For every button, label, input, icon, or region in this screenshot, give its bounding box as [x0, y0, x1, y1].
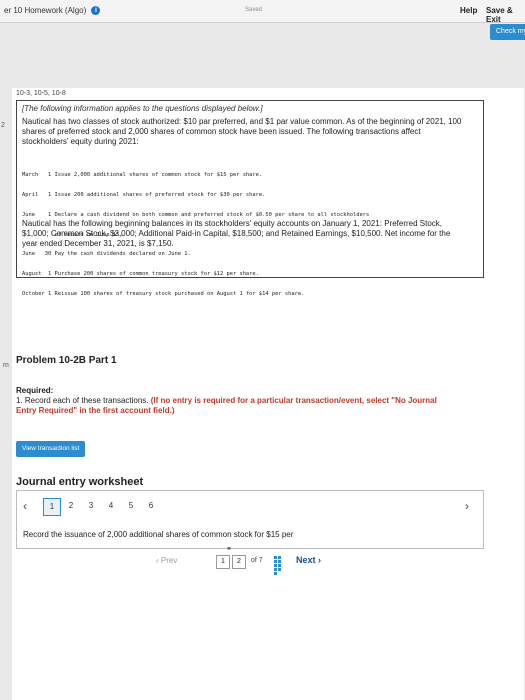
link-icon: ⚭: [226, 546, 232, 553]
transaction-line: June 1 Declare a cash dividend on both c…: [22, 211, 370, 218]
worksheet-tab-3[interactable]: 3: [83, 498, 99, 514]
next-label: Next: [296, 555, 316, 565]
transaction-line: March 1 Issue 2,000 additional shares of…: [22, 172, 263, 179]
page-1-button[interactable]: 1: [216, 555, 230, 569]
help-link[interactable]: Help: [460, 6, 477, 15]
worksheet-title: Journal entry worksheet: [16, 476, 144, 488]
worksheet-pager: ‹ 1 2 3 4 5 6 ›: [16, 490, 484, 522]
next-button[interactable]: Next ›: [296, 555, 321, 565]
save-exit-link[interactable]: Save & Exit: [486, 6, 525, 24]
page-count: of 7: [251, 557, 263, 564]
worksheet-tab-1[interactable]: 1: [43, 498, 61, 516]
transaction-line: October 1 Reissue 100 shares of treasury…: [22, 290, 305, 297]
transaction-line: April 1 Issue 200 additional shares of p…: [22, 191, 266, 198]
top-bar: er 10 Homework (Algo) i Saved Help Save …: [0, 0, 525, 24]
transaction-line: August 1 Purchase 200 shares of common t…: [22, 271, 259, 278]
section-header: 10-3, 10-5, 10-8: [16, 90, 66, 97]
question-navigation: ‹ Prev ⚭ 1 2 of 7 Next ›: [156, 546, 456, 575]
worksheet-tab-6[interactable]: 6: [143, 498, 159, 514]
worksheet-tab-2[interactable]: 2: [63, 498, 79, 514]
breadcrumb: er 10 Homework (Algo) i: [4, 6, 101, 16]
required-instructions: 1. Record each of these transactions. (I…: [16, 396, 456, 416]
page-2-button[interactable]: 2: [232, 555, 246, 569]
worksheet-tab-4[interactable]: 4: [103, 498, 119, 514]
question-number: 2: [1, 122, 5, 129]
problem-description: Nautical has two classes of stock author…: [22, 117, 462, 146]
required-label: Required:: [16, 386, 54, 395]
entry-instruction-box: Record the issuance of 2,000 additional …: [16, 520, 484, 549]
check-my-work-button[interactable]: Check my: [490, 24, 525, 40]
info-box: [The following information applies to th…: [16, 100, 484, 297]
view-transaction-list-button[interactable]: View transaction list: [16, 441, 86, 457]
worksheet-tab-5[interactable]: 5: [123, 498, 139, 514]
prev-button[interactable]: ‹ Prev: [156, 556, 177, 565]
beginning-balances: Nautical has the following beginning bal…: [22, 219, 451, 248]
prev-label: Prev: [160, 556, 178, 565]
entry-instruction: Record the issuance of 2,000 additional …: [23, 530, 294, 539]
assignment-title: er 10 Homework (Algo): [4, 6, 87, 15]
chevron-right-icon[interactable]: ›: [465, 499, 469, 513]
info-note: [The following information applies to th…: [22, 104, 263, 113]
question-panel: 10-3, 10-5, 10-8 [The following informat…: [12, 88, 524, 700]
transaction-line: June 30 Pay the cash dividends declared …: [22, 251, 191, 258]
required-text: 1. Record each of these transactions.: [16, 396, 149, 405]
info-icon[interactable]: i: [91, 6, 101, 16]
problem-title: Problem 10-2B Part 1: [16, 355, 117, 366]
grid-icon[interactable]: [274, 556, 285, 575]
saved-status: Saved: [245, 7, 263, 13]
sidebar-marker: m: [3, 362, 9, 369]
chevron-left-icon[interactable]: ‹: [23, 499, 27, 513]
